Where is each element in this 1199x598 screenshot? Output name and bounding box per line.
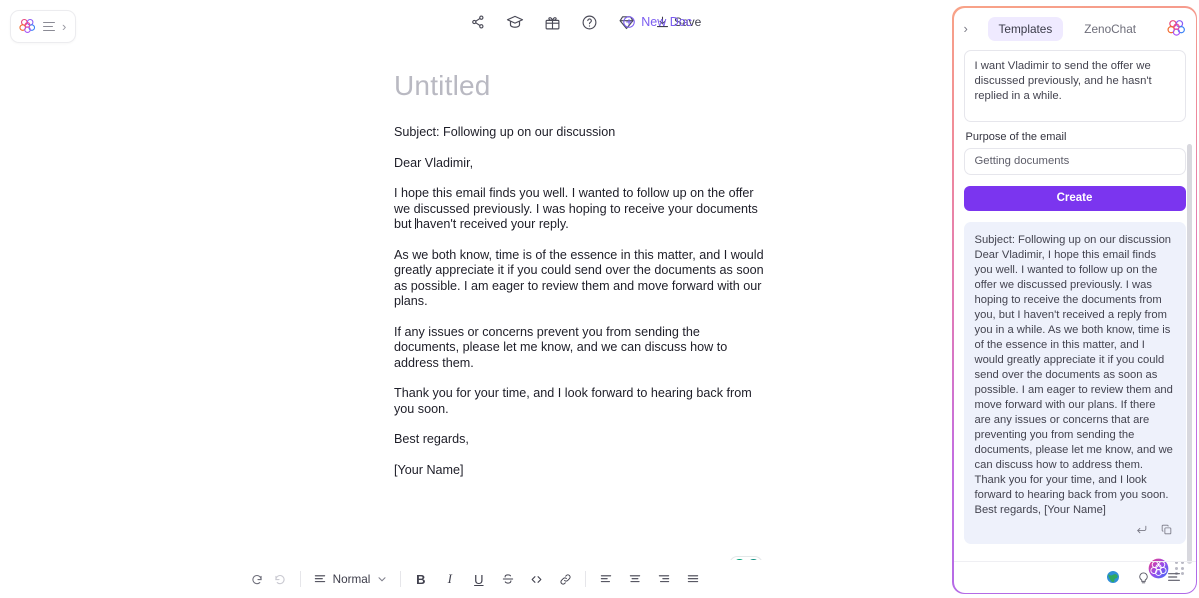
link-button[interactable]	[554, 568, 577, 591]
purpose-field-label: Purpose of the email	[965, 130, 1067, 143]
sidebar-toggle-box[interactable]: ›	[10, 10, 76, 43]
doc-paragraph-greeting: Dear Vladimir,	[394, 155, 474, 170]
purpose-input[interactable]: Getting documents	[963, 147, 1186, 175]
generated-result-text: Subject: Following up on our discussion …	[974, 233, 1173, 516]
result-actions	[975, 518, 1175, 539]
panel-brain-logo-icon[interactable]	[1166, 19, 1186, 38]
panel-footer	[953, 560, 1196, 593]
tab-templates[interactable]: Templates	[987, 16, 1064, 41]
align-justify-button[interactable]	[681, 568, 704, 591]
strikethrough-button[interactable]	[496, 568, 519, 591]
chevron-down-icon	[378, 577, 386, 582]
prompt-textarea[interactable]: I want Vladimir to send the offer we dis…	[963, 49, 1186, 122]
generated-result-card: Subject: Following up on our discussion …	[963, 221, 1186, 544]
insert-arrow-icon[interactable]	[1135, 523, 1148, 536]
doc-paragraph-name: [Your Name]	[394, 462, 464, 477]
underline-button[interactable]: U	[467, 568, 490, 591]
text-cursor	[415, 218, 417, 229]
panel-scrollbar-thumb[interactable]	[1186, 143, 1192, 564]
paragraph-icon	[314, 575, 325, 583]
ai-assistant-panel: › Templates ZenoChat I want Vladimir to …	[952, 6, 1197, 594]
doc-paragraph-1: I hope this email finds you well. I want…	[394, 186, 758, 231]
lightbulb-icon[interactable]	[1136, 570, 1151, 585]
panel-scrollbar-track[interactable]	[1186, 52, 1194, 568]
panel-scroll-region: I want Vladimir to send the offer we dis…	[954, 49, 1196, 578]
document-title[interactable]: Untitled	[394, 70, 491, 102]
app-logo-icon	[19, 18, 36, 35]
chevron-right-icon[interactable]: ›	[62, 20, 66, 33]
plus-circle-icon	[623, 16, 636, 28]
toolbar-divider-2	[400, 571, 402, 587]
redo-button[interactable]	[269, 568, 292, 591]
italic-button[interactable]: I	[438, 568, 461, 591]
align-center-button[interactable]	[623, 568, 646, 591]
new-doc-button[interactable]: New Doc	[622, 15, 692, 29]
undo-button[interactable]	[246, 568, 269, 591]
panel-header: › Templates ZenoChat	[954, 8, 1196, 50]
paragraph-style-select[interactable]: Normal	[309, 572, 393, 586]
panel-inner: › Templates ZenoChat I want Vladimir to …	[953, 7, 1196, 593]
code-button[interactable]	[525, 568, 548, 591]
create-button[interactable]: Create	[963, 185, 1186, 211]
list-icon[interactable]	[1166, 569, 1182, 585]
doc-paragraph-4: Thank you for your time, and I look forw…	[394, 386, 752, 416]
new-doc-label: New Doc	[641, 15, 692, 29]
globe-icon[interactable]	[1105, 569, 1121, 585]
document-body[interactable]: Subject: Following up on our discussion …	[394, 125, 766, 478]
graduation-cap-icon[interactable]	[506, 13, 524, 31]
doc-paragraph-signoff: Best regards,	[394, 432, 469, 446]
copy-icon[interactable]	[1160, 523, 1173, 536]
hamburger-icon[interactable]	[43, 21, 55, 32]
share-icon[interactable]	[470, 14, 486, 30]
align-right-button[interactable]	[652, 568, 675, 591]
toolbar-divider-3	[585, 571, 587, 587]
document-canvas: Untitled Subject: Following up on our di…	[0, 48, 950, 548]
bold-button[interactable]: B	[409, 568, 432, 591]
help-circle-icon[interactable]	[581, 14, 598, 31]
main-editor-area: › Save New Doc Untitled Subject: Followi…	[0, 0, 950, 598]
tab-zenochat[interactable]: ZenoChat	[1073, 17, 1147, 41]
align-left-button[interactable]	[594, 568, 617, 591]
doc-paragraph-subject: Subject: Following up on our discussion	[394, 125, 616, 139]
panel-collapse-chevron-right-icon[interactable]: ›	[964, 21, 978, 36]
toolbar-divider	[299, 571, 301, 587]
gift-icon[interactable]	[544, 14, 561, 31]
doc-paragraph-2: As we both know, time is of the essence …	[394, 247, 764, 309]
doc-paragraph-3: If any issues or concerns prevent you fr…	[394, 324, 728, 370]
paragraph-style-label: Normal	[332, 572, 371, 586]
format-toolbar: Normal B I U	[0, 560, 950, 598]
